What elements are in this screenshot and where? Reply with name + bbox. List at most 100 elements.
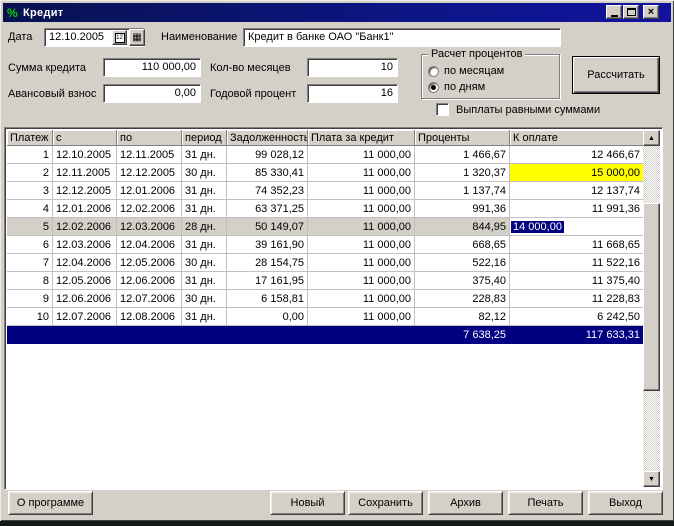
cell[interactable]: 11 000,00 (308, 272, 415, 290)
cell[interactable]: 12.06.2006 (117, 272, 182, 290)
vertical-scrollbar[interactable]: ▲ ▼ (643, 130, 660, 487)
new-button[interactable]: Новый (270, 491, 345, 515)
cell[interactable]: 28 дн. (182, 218, 227, 236)
cell[interactable]: 0,00 (227, 308, 308, 326)
cell[interactable]: 3 (7, 182, 53, 200)
radio-option-by-days[interactable]: по дням (428, 81, 485, 93)
sum-input[interactable]: 110 000,00 (103, 58, 201, 77)
cell[interactable]: 63 371,25 (227, 200, 308, 218)
cell[interactable]: 11 228,83 (510, 290, 644, 308)
exit-button[interactable]: Выход (588, 491, 663, 515)
cell[interactable]: 2 (7, 164, 53, 182)
cell[interactable]: 12.11.2005 (53, 164, 117, 182)
cell[interactable]: 12.08.2006 (117, 308, 182, 326)
scroll-down-button[interactable]: ▼ (643, 471, 660, 487)
cell[interactable]: 50 149,07 (227, 218, 308, 236)
cell[interactable]: 10 (7, 308, 53, 326)
cell[interactable]: 12.05.2006 (117, 254, 182, 272)
cell[interactable]: 11 000,00 (308, 200, 415, 218)
cell[interactable]: 228,83 (415, 290, 510, 308)
cell[interactable]: 11 000,00 (308, 218, 415, 236)
cell[interactable]: 11 000,00 (308, 164, 415, 182)
cell[interactable]: 12.04.2006 (117, 236, 182, 254)
cell[interactable]: 844,95 (415, 218, 510, 236)
maximize-button[interactable] (623, 5, 639, 19)
cell[interactable]: 11 000,00 (308, 290, 415, 308)
advance-input[interactable]: 0,00 (103, 84, 201, 103)
scrollbar-thumb[interactable] (643, 203, 660, 391)
cell[interactable]: 1 320,37 (415, 164, 510, 182)
months-input[interactable]: 10 (307, 58, 398, 77)
cell[interactable]: 9 (7, 290, 53, 308)
cell[interactable]: 12.06.2006 (53, 290, 117, 308)
cell[interactable]: 991,36 (415, 200, 510, 218)
name-input[interactable]: Кредит в банке ОАО "Банк1" (243, 28, 561, 47)
cell[interactable]: 85 330,41 (227, 164, 308, 182)
cell[interactable]: 12.01.2006 (53, 200, 117, 218)
cell[interactable]: 11 000,00 (308, 182, 415, 200)
titlebar[interactable]: % Кредит (3, 3, 671, 22)
cell[interactable]: 375,40 (415, 272, 510, 290)
cell[interactable]: 11 991,36 (510, 200, 644, 218)
close-button[interactable]: × (643, 5, 659, 19)
cell[interactable]: 11 000,00 (308, 308, 415, 326)
cell[interactable]: 1 137,74 (415, 182, 510, 200)
editing-cell[interactable]: 14 000,00 (510, 218, 644, 236)
cell[interactable]: 12.03.2006 (53, 236, 117, 254)
cell[interactable]: 12.07.2006 (117, 290, 182, 308)
cell[interactable]: 30 дн. (182, 164, 227, 182)
cell[interactable]: 12.03.2006 (117, 218, 182, 236)
cell[interactable]: 31 дн. (182, 200, 227, 218)
cell[interactable]: 30 дн. (182, 290, 227, 308)
cell[interactable]: 31 дн. (182, 272, 227, 290)
radio-icon[interactable] (428, 66, 439, 77)
radio-icon[interactable] (428, 82, 439, 93)
cell[interactable]: 7 (7, 254, 53, 272)
cell[interactable]: 12.04.2006 (53, 254, 117, 272)
calendar-grid-button[interactable]: ▦ (129, 29, 145, 46)
cell[interactable]: 6 (7, 236, 53, 254)
cell[interactable]: 12 466,67 (510, 146, 644, 164)
cell[interactable]: 12.02.2006 (117, 200, 182, 218)
cell[interactable]: 12.01.2006 (117, 182, 182, 200)
save-button[interactable]: Сохранить (348, 491, 423, 515)
cell[interactable]: 82,12 (415, 308, 510, 326)
cell[interactable]: 12.11.2005 (117, 146, 182, 164)
equal-payments-checkbox[interactable] (436, 103, 449, 116)
cell[interactable]: 31 дн. (182, 308, 227, 326)
cell[interactable]: 12.05.2006 (53, 272, 117, 290)
cell[interactable]: 6 242,50 (510, 308, 644, 326)
cell[interactable]: 1 466,67 (415, 146, 510, 164)
cell[interactable]: 39 161,90 (227, 236, 308, 254)
cell-editor-selected-text[interactable]: 14 000,00 (511, 221, 564, 233)
cell[interactable]: 5 (7, 218, 53, 236)
minimize-button[interactable] (606, 5, 622, 19)
print-button[interactable]: Печать (508, 491, 583, 515)
cell[interactable]: 11 000,00 (308, 146, 415, 164)
cell[interactable]: 522,16 (415, 254, 510, 272)
cell[interactable]: 15 000,00 (510, 164, 644, 182)
cell[interactable]: 12.12.2005 (53, 182, 117, 200)
cell[interactable]: 99 028,12 (227, 146, 308, 164)
cell[interactable]: 12.10.2005 (53, 146, 117, 164)
cell[interactable]: 12.02.2006 (53, 218, 117, 236)
cell[interactable]: 28 154,75 (227, 254, 308, 272)
cell[interactable]: 30 дн. (182, 254, 227, 272)
cell[interactable]: 4 (7, 200, 53, 218)
cell[interactable]: 74 352,23 (227, 182, 308, 200)
cell[interactable]: 17 161,95 (227, 272, 308, 290)
cell[interactable]: 8 (7, 272, 53, 290)
scroll-up-button[interactable]: ▲ (643, 130, 660, 146)
cell[interactable]: 668,65 (415, 236, 510, 254)
cell[interactable]: 11 375,40 (510, 272, 644, 290)
cell[interactable]: 11 522,16 (510, 254, 644, 272)
cell[interactable]: 6 158,81 (227, 290, 308, 308)
radio-option-by-months[interactable]: по месяцам (428, 65, 504, 77)
cell[interactable]: 12.12.2005 (117, 164, 182, 182)
archive-button[interactable]: Архив (428, 491, 503, 515)
cell[interactable]: 11 000,00 (308, 236, 415, 254)
cell[interactable]: 31 дн. (182, 182, 227, 200)
cell[interactable]: 1 (7, 146, 53, 164)
cell[interactable]: 11 000,00 (308, 254, 415, 272)
date-picker-button[interactable]: 12 (112, 30, 127, 45)
